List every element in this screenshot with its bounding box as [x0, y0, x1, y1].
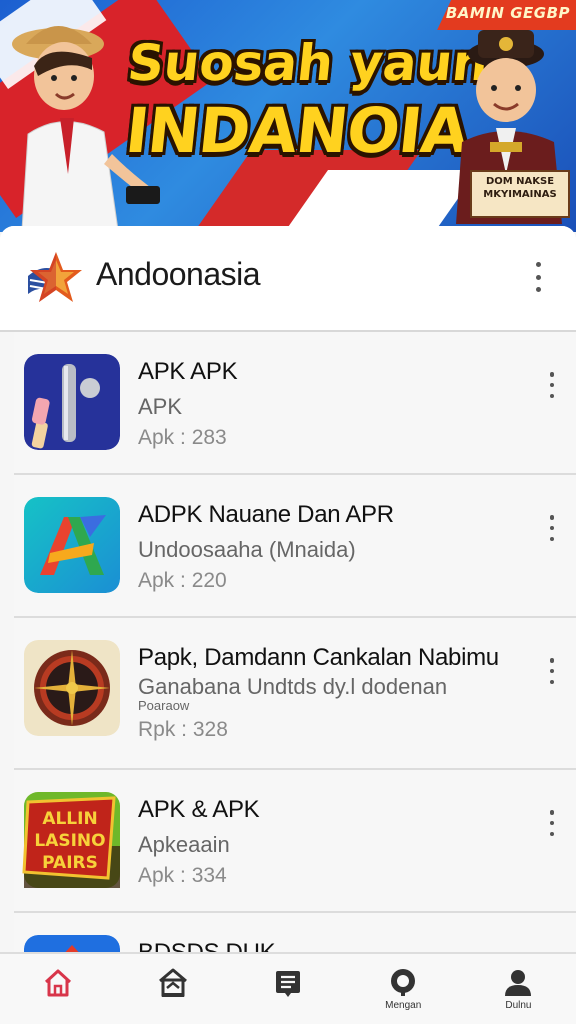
header-more-menu-icon[interactable] [528, 262, 548, 292]
page-title: Andoonasia [96, 256, 261, 292]
store-icon [158, 968, 187, 997]
app-list-item[interactable]: ALLIN LASINO PAIRS APK & APK Apkeaain Ap… [14, 770, 576, 913]
app-name: APK & APK [138, 796, 260, 823]
app-meta: Apk : 334 [138, 864, 227, 887]
promo-banner[interactable]: BAMIN GEGBP Suosah yaun INDANOIA DOM NAK… [0, 0, 576, 232]
letter-a-icon [24, 497, 120, 593]
banner-badge-line1: DOM NAKSE [485, 176, 555, 187]
app-subtitle: Undoosaaha (Mnaida) [138, 537, 356, 562]
app-list-item[interactable]: APK APK APK Apk : 283 [14, 332, 576, 475]
app-name: Papk, Damdann Cankalan Nabimu [138, 644, 499, 671]
microphone-brush-icon [24, 354, 120, 450]
app-meta: Rpk : 328 [138, 718, 228, 741]
nav-store[interactable] [115, 954, 230, 1024]
app-list-sheet: Andoonasia APK APK APK Apk : 283 ADPK Na… [0, 226, 576, 966]
nav-list[interactable] [230, 954, 345, 1024]
app-subtitle: Apkeaain [138, 832, 230, 857]
list-header: Andoonasia [0, 226, 576, 332]
app-meta: Apk : 220 [138, 569, 227, 592]
app-subtitle-secondary: Poaraow [138, 698, 190, 713]
item-more-menu-icon[interactable] [542, 810, 562, 836]
app-screen: BAMIN GEGBP Suosah yaun INDANOIA DOM NAK… [0, 0, 576, 1024]
nav-home[interactable] [0, 954, 115, 1024]
banner-badge-line2: MKYIMAINAS [483, 189, 557, 200]
compass-emblem-icon [24, 640, 120, 736]
app-name: APK APK [138, 358, 238, 385]
nav-profile[interactable]: Dulnu [461, 954, 576, 1024]
banner-title-line2: INDANOIA [122, 94, 472, 167]
nav-support[interactable]: Mengan [346, 954, 461, 1024]
item-more-menu-icon[interactable] [542, 658, 562, 684]
app-name: ADPK Nauane Dan APR [138, 501, 394, 528]
list-icon [276, 971, 300, 997]
home-icon [44, 969, 71, 997]
app-subtitle: APK [138, 394, 183, 419]
star-flag-logo-icon [28, 252, 82, 302]
app-list-item[interactable]: Papk, Damdann Cankalan Nabimu Ganabana U… [14, 618, 576, 770]
casino-badge-line2: LASINO [34, 831, 105, 851]
casino-badge-line1: ALLIN [42, 809, 97, 829]
support-icon [391, 969, 416, 996]
app-list-item[interactable]: ADPK Nauane Dan APR Undoosaaha (Mnaida) … [14, 475, 576, 618]
item-more-menu-icon[interactable] [542, 372, 562, 398]
app-meta: Apk : 283 [138, 426, 227, 449]
profile-icon [505, 970, 532, 996]
app-subtitle: Ganabana Undtds dy.l dodenan [138, 674, 448, 699]
app-list: APK APK APK Apk : 283 ADPK Nauane Dan AP… [0, 332, 576, 966]
casino-badge-icon: ALLIN LASINO PAIRS [22, 792, 120, 888]
bottom-navigation: Mengan Dulnu [0, 952, 576, 1024]
banner-badge: DOM NAKSE MKYIMAINAS [470, 170, 570, 218]
item-more-menu-icon[interactable] [542, 515, 562, 541]
banner-corner-text: BAMIN GEGBP [445, 4, 570, 22]
nav-label: Dulnu [505, 1000, 532, 1011]
casino-badge-line3: PAIRS [42, 853, 98, 873]
nav-label: Mengan [385, 1000, 422, 1011]
